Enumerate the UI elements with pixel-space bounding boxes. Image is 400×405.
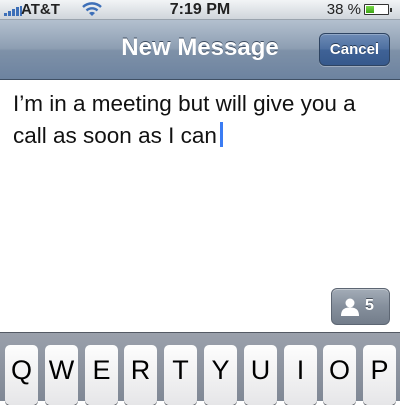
person-icon (340, 298, 360, 321)
message-text-line-2-wrap: call as soon as I can (13, 120, 393, 152)
message-text-line-2: call as soon as I can (13, 123, 217, 148)
key-i[interactable]: I (284, 345, 317, 405)
key-u[interactable]: U (244, 345, 277, 405)
key-e[interactable]: E (85, 345, 118, 405)
message-compose-area[interactable]: I’m in a meeting but will give you a cal… (0, 80, 400, 332)
text-cursor (219, 122, 223, 147)
key-o[interactable]: O (323, 345, 356, 405)
contacts-count: 5 (365, 297, 374, 314)
key-p[interactable]: P (363, 345, 396, 405)
keyboard: QWERTYUIOP (0, 332, 400, 405)
contacts-button[interactable]: 5 (331, 288, 390, 325)
key-w[interactable]: W (45, 345, 78, 405)
key-y[interactable]: Y (204, 345, 237, 405)
key-t[interactable]: T (164, 345, 197, 405)
key-q[interactable]: Q (5, 345, 38, 405)
message-text-line-1: I’m in a meeting but will give you a (13, 91, 356, 116)
nav-bar: New Message Cancel (0, 20, 400, 80)
battery-level-fill (366, 6, 374, 13)
battery-icon (364, 4, 392, 15)
status-bar: AT&T 7:19 PM 38 % (0, 0, 400, 20)
cancel-button[interactable]: Cancel (319, 33, 390, 66)
battery-percent: 38 % (326, 1, 361, 18)
message-text-field[interactable]: I’m in a meeting but will give you a cal… (13, 88, 393, 152)
keyboard-row-1: QWERTYUIOP (0, 345, 400, 405)
key-r[interactable]: R (124, 345, 157, 405)
